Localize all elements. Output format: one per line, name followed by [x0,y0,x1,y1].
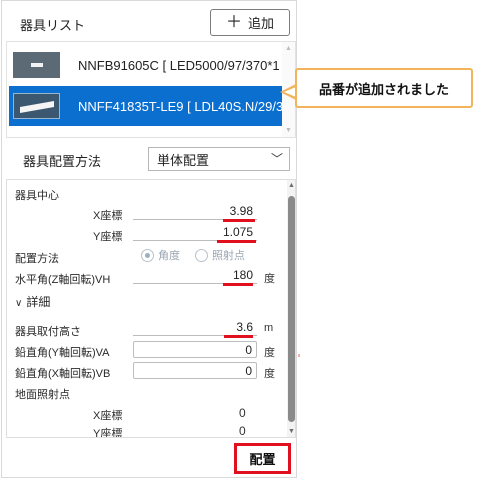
scroll-down-icon[interactable]: ▼ [285,127,292,134]
chevron-down-icon: ﹀ [270,152,283,166]
y-coord-highlight [217,240,256,243]
fixture-list-item[interactable]: NNFB91605C [ LED5000/97/370*1 [9,45,286,85]
vertical-angle-va-label: 鉛直角(Y軸回転)VA [15,347,110,359]
fixture-list-item-selected[interactable]: NNFF41835T-LE9 [ LDL40S.N/29/3 [9,86,286,126]
radio-angle-label: 角度 [158,250,180,262]
horizontal-angle-input[interactable]: 180 [133,267,257,284]
scroll-down-icon[interactable]: ▼ [288,428,295,435]
placement-method-select[interactable]: 単体配置 ﹀ [148,147,290,171]
fixture-list-title: 器具リスト [20,18,86,33]
notification-callout: 品番が追加されました [295,68,473,108]
details-toggle[interactable]: ∨ 詳細 [15,293,50,310]
radio-angle[interactable]: 角度 [141,247,180,263]
fixture-label: NNFB91605C [ LED5000/97/370*1 [78,57,280,73]
fixture-panel: 器具リスト ＋ 追加 NNFB91605C [ LED5000/97/370*1… [1,0,297,478]
place-button[interactable]: 配置 [234,443,291,474]
ground-y-value: 0 [239,424,246,438]
vertical-angle-vb-unit: 度 [264,368,275,380]
scrollbar-thumb[interactable] [288,196,295,422]
vertical-angle-va-input[interactable]: 0 [133,341,257,358]
fixture-list: NNFB91605C [ LED5000/97/370*1 NNFF41835T… [6,41,296,138]
add-button-label: 追加 [248,16,275,31]
ground-y-label: Y座標 [93,428,123,438]
mount-height-label: 器具取付高さ [15,326,81,338]
radio-empty-icon [195,248,208,262]
mount-height-unit: m [264,322,274,334]
x-coord-label: X座標 [93,210,123,222]
canvas-marker [298,354,300,357]
plus-icon: ＋ [225,13,242,31]
placement-mode-label: 配置方法 [15,253,59,265]
properties-panel: 器具中心 X座標 3.98 Y座標 1.075 配置方法 角度 照射点 水平角(… [6,179,296,438]
horizontal-angle-label: 水平角(Z軸回転)VH [15,274,111,286]
ground-x-value: 0 [239,406,246,420]
horizontal-angle-highlight [223,283,253,286]
scroll-up-icon[interactable]: ▲ [288,182,295,189]
vertical-angle-vb-input[interactable]: 0 [133,362,257,379]
ground-aim-point-heading: 地面照射点 [15,389,70,401]
mount-height-input[interactable]: 3.6 [133,319,257,336]
radio-selected-icon [141,248,154,262]
fixture-center-heading: 器具中心 [15,190,59,202]
details-label: 詳細 [26,295,51,309]
add-button[interactable]: ＋ 追加 [210,9,290,36]
radio-aim-point[interactable]: 照射点 [195,247,245,263]
x-coord-highlight [223,219,255,222]
ground-x-label: X座標 [93,410,123,422]
y-coord-input[interactable]: 1.075 [133,224,257,241]
mount-height-highlight [224,335,253,338]
radio-aim-point-label: 照射点 [212,250,245,262]
scroll-up-icon[interactable]: ▲ [285,45,292,52]
placement-method-value: 単体配置 [157,152,210,168]
vertical-angle-vb-label: 鉛直角(X軸回転)VB [15,368,111,380]
chevron-down-icon: ∨ [15,298,23,309]
x-coord-input[interactable]: 3.98 [133,203,257,220]
fixture-thumbnail-icon [13,52,60,78]
fixture-thumbnail-icon [13,93,60,119]
y-coord-label: Y座標 [93,231,123,243]
placement-method-label: 器具配置方法 [23,154,102,169]
horizontal-angle-unit: 度 [264,273,275,285]
fixture-label: NNFF41835T-LE9 [ LDL40S.N/29/3 [78,98,284,114]
vertical-angle-va-unit: 度 [264,347,275,359]
properties-scrollbar[interactable]: ▲ ▼ [287,180,295,437]
